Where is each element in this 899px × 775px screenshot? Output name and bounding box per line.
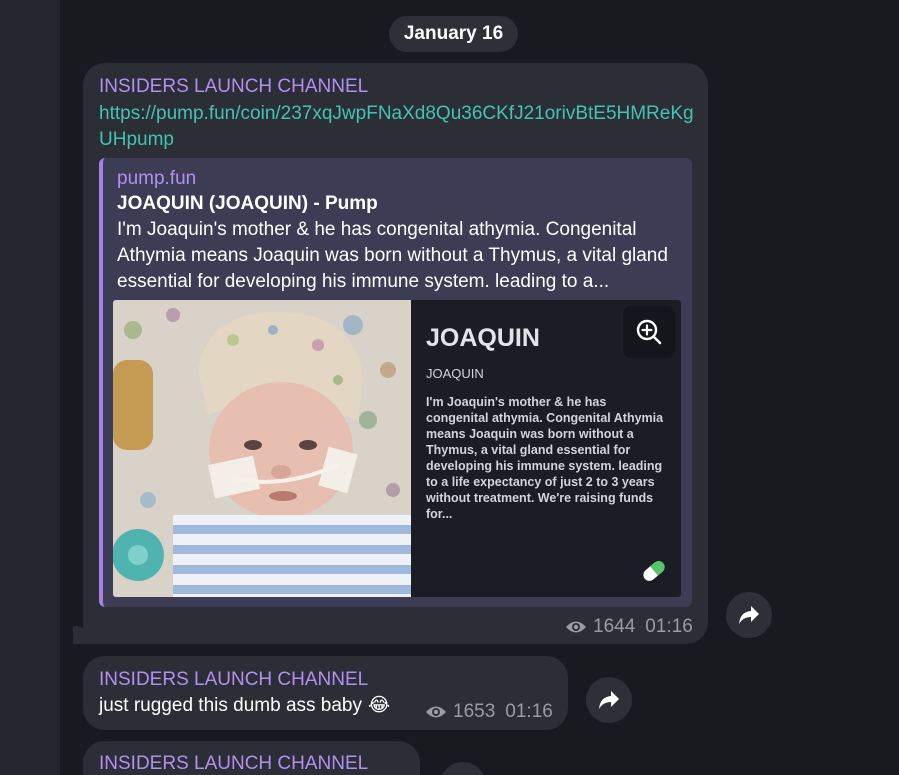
- date-separator: January 16: [389, 16, 518, 52]
- message-meta: 1644 01:16: [565, 616, 693, 638]
- share-arrow-icon: [739, 606, 759, 624]
- sidebar-edge: [0, 0, 60, 775]
- card-description: I'm Joaquin's mother & he has congenital…: [426, 395, 664, 521]
- share-button[interactable]: [586, 677, 632, 723]
- message-bubble[interactable]: INSIDERS LAUNCH CHANNEL https://pump.fun…: [83, 63, 708, 644]
- sender-name[interactable]: INSIDERS LAUNCH CHANNEL: [99, 669, 368, 691]
- date-separator-label: January 16: [403, 23, 504, 44]
- preview-title: JOAQUIN (JOAQUIN) - Pump: [117, 193, 378, 214]
- baby-photo-art: [113, 300, 411, 597]
- message-time: 01:16: [645, 616, 693, 637]
- message-text: just rugged this dumb ass baby 😂: [99, 694, 390, 717]
- card-token-ticker: JOAQUIN: [426, 366, 484, 381]
- link-preview[interactable]: pump.fun JOAQUIN (JOAQUIN) - Pump I'm Jo…: [99, 158, 692, 607]
- baby-photo: [113, 300, 411, 597]
- message-text-content: just rugged this dumb ass baby: [99, 694, 362, 716]
- message-link[interactable]: https://pump.fun/coin/237xqJwpFNaXd8Qu36…: [99, 101, 699, 153]
- view-count: 1653: [453, 701, 496, 722]
- laughing-emoji-icon: 😂: [368, 695, 391, 716]
- share-button[interactable]: [726, 592, 772, 638]
- zoom-in-button[interactable]: [623, 306, 675, 358]
- eye-icon: [426, 706, 446, 718]
- preview-image[interactable]: JOAQUIN JOAQUIN I'm Joaquin's mother & h…: [113, 300, 681, 597]
- preview-description: I'm Joaquin's mother & he has congenital…: [117, 219, 668, 292]
- zoom-in-icon: [636, 319, 662, 345]
- message-bubble[interactable]: INSIDERS LAUNCH CHANNEL: [83, 741, 420, 775]
- eye-icon: [566, 621, 586, 633]
- share-arrow-icon: [599, 691, 619, 709]
- view-count: 1644: [593, 616, 636, 637]
- preview-site-name: pump.fun: [117, 168, 197, 189]
- sender-name[interactable]: INSIDERS LAUNCH CHANNEL: [99, 753, 368, 775]
- message-bubble[interactable]: INSIDERS LAUNCH CHANNEL just rugged this…: [83, 656, 568, 730]
- sender-name[interactable]: INSIDERS LAUNCH CHANNEL: [99, 76, 368, 98]
- message-meta: 1653 01:16: [425, 701, 553, 723]
- pill-icon: [643, 561, 665, 581]
- card-token-name: JOAQUIN: [426, 324, 540, 352]
- message-time: 01:16: [505, 701, 553, 722]
- share-button[interactable]: [440, 762, 486, 775]
